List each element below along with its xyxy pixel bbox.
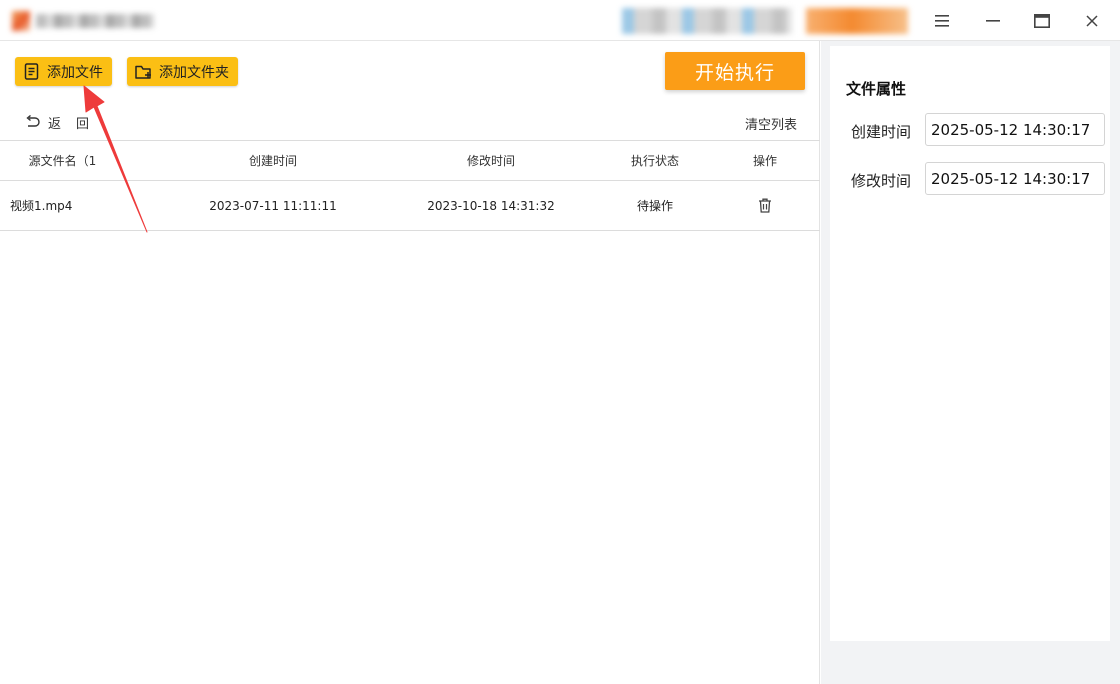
file-list-icon xyxy=(23,63,41,81)
add-file-button[interactable]: 添加文件 xyxy=(15,57,112,86)
row-filename: 视频1.mp4 xyxy=(10,199,73,213)
row-created-time: 2023-07-11 11:11:11 xyxy=(209,198,337,213)
start-execute-label: 开始执行 xyxy=(694,61,775,84)
clear-list-button[interactable]: 清空列表 xyxy=(745,114,797,133)
table-header: 源文件名（1 创建时间 修改时间 执行状态 操作 xyxy=(0,140,820,181)
column-modified-time[interactable]: 修改时间 xyxy=(405,141,577,180)
row-modified-time: 2023-10-18 14:31:32 xyxy=(427,198,555,213)
file-properties-pane: 文件属性 创建时间 2025-05-12 14:30:17 修改时间 2025-… xyxy=(821,41,1120,684)
column-status[interactable]: 执行状态 xyxy=(612,141,698,180)
file-list-pane: 添加文件 添加文件夹 开始执行 返 回 清空列表 源文件名（1 创建时间 修改时… xyxy=(0,41,820,684)
created-time-field[interactable]: 2025-05-12 14:30:17 xyxy=(925,113,1105,146)
back-label-2: 回 xyxy=(76,116,90,132)
add-folder-label: 添加文件夹 xyxy=(159,64,229,81)
maximize-icon[interactable] xyxy=(1029,8,1055,34)
column-created-time[interactable]: 创建时间 xyxy=(188,141,358,180)
vip-badge-blurred[interactable] xyxy=(806,8,908,34)
created-time-label: 创建时间 xyxy=(851,123,912,141)
undo-icon xyxy=(24,115,40,129)
add-folder-button[interactable]: 添加文件夹 xyxy=(127,57,238,86)
user-info-blurred[interactable] xyxy=(622,8,792,34)
properties-title: 文件属性 xyxy=(846,80,907,98)
back-label-1: 返 xyxy=(48,116,62,132)
title-bar xyxy=(0,0,1120,41)
add-file-label: 添加文件 xyxy=(47,64,103,81)
column-action: 操作 xyxy=(752,154,777,168)
table-row[interactable]: 视频1.mp4 2023-07-11 11:11:11 2023-10-18 1… xyxy=(0,181,820,231)
hamburger-icon[interactable] xyxy=(929,8,955,34)
folder-add-icon xyxy=(135,63,153,81)
column-source-filename[interactable]: 源文件名（1 xyxy=(0,141,125,180)
app-logo xyxy=(12,11,30,31)
app-title-blurred xyxy=(36,14,154,28)
modified-time-field[interactable]: 2025-05-12 14:30:17 xyxy=(925,162,1105,195)
row-status: 待操作 xyxy=(636,199,673,213)
trash-icon[interactable] xyxy=(735,181,795,230)
modified-time-label: 修改时间 xyxy=(851,172,912,190)
back-button[interactable]: 返 回 xyxy=(24,113,90,132)
minimize-icon[interactable] xyxy=(980,8,1006,34)
properties-card: 文件属性 创建时间 2025-05-12 14:30:17 修改时间 2025-… xyxy=(830,46,1110,641)
close-icon[interactable] xyxy=(1079,8,1105,34)
start-execute-button[interactable]: 开始执行 xyxy=(665,52,805,90)
